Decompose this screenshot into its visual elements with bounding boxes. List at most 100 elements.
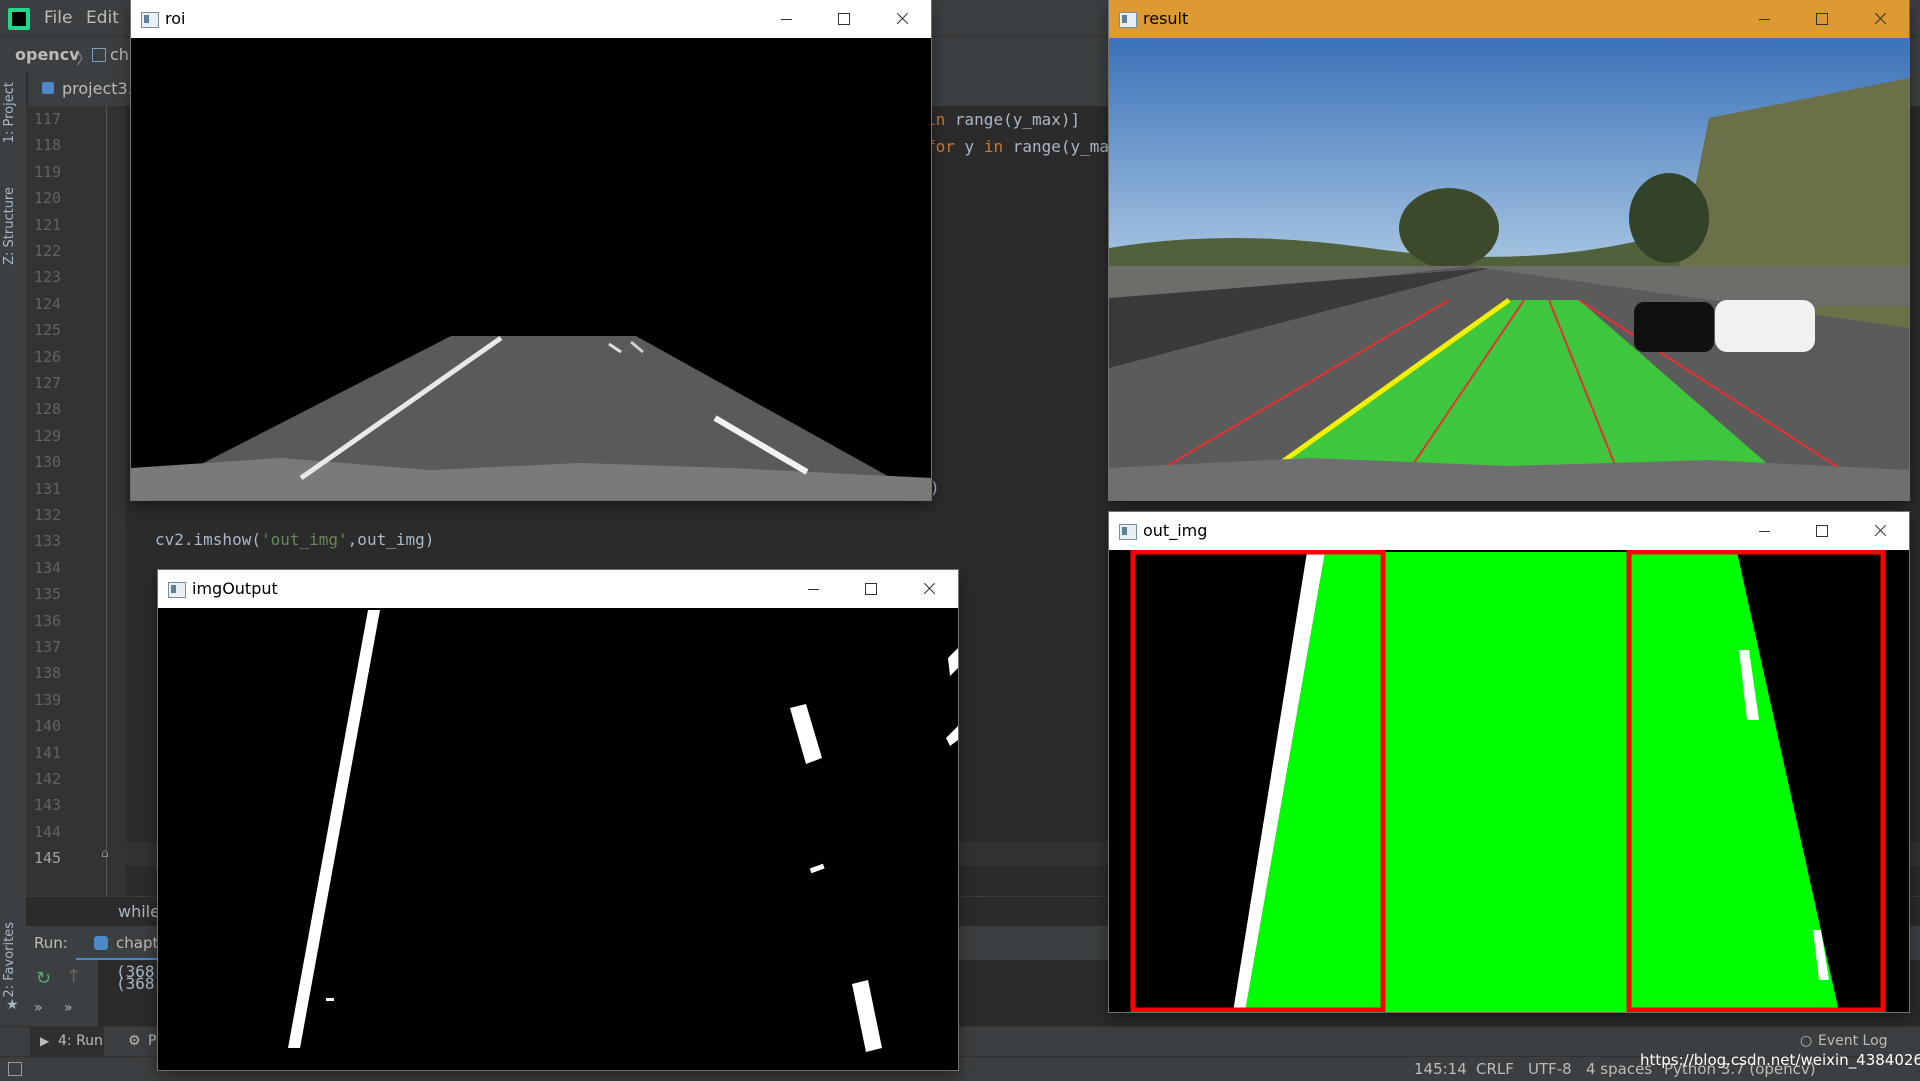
result-image <box>1109 38 1909 500</box>
img-output-image <box>158 608 958 1070</box>
file-encoding[interactable]: UTF-8 <box>1528 1060 1572 1078</box>
folder-icon <box>92 48 106 62</box>
minimize-icon[interactable] <box>1735 512 1793 550</box>
line-number: 143 <box>34 796 62 815</box>
run-output-line-2: (368 <box>116 974 155 993</box>
window-out-img[interactable]: out_img <box>1109 512 1909 1012</box>
line-number: 118 <box>34 136 62 155</box>
out-img-image <box>1109 549 1909 1012</box>
roi-road-image <box>131 38 931 500</box>
line-number: 122 <box>34 242 62 260</box>
maximize-icon[interactable] <box>815 0 873 38</box>
line-number: 121 <box>34 215 62 234</box>
line-number: 119 <box>34 162 62 181</box>
window-img-output[interactable]: imgOutput <box>158 570 958 1070</box>
code-118-rest: range(y_ma <box>1012 137 1110 156</box>
line-number: 125 <box>34 321 62 340</box>
app-window-icon <box>1119 524 1137 540</box>
line-number: 128 <box>34 400 62 419</box>
keyword-in-2: in <box>983 137 1004 156</box>
maximize-icon[interactable] <box>1793 512 1851 550</box>
python-console-tab[interactable]: P <box>148 1033 156 1049</box>
line-number: 142 <box>34 770 62 788</box>
roi-window-title: roi <box>165 9 186 28</box>
maximize-icon[interactable] <box>842 570 900 608</box>
result-road-scene <box>1109 38 1909 500</box>
close-icon[interactable] <box>1851 512 1909 550</box>
run-toolbar: ↻ ↑ » » <box>26 960 98 1026</box>
line-number: 130 <box>34 453 62 472</box>
app-window-icon <box>168 582 186 598</box>
window-roi[interactable]: roi <box>131 0 931 500</box>
run-tool-tab-label: 4: Run <box>58 1033 103 1049</box>
favorites-tool-button[interactable]: 2: Favorites <box>2 922 17 998</box>
python-console-icon: ⚙ <box>128 1033 141 1049</box>
line-number: 145 <box>34 849 62 868</box>
close-icon[interactable] <box>873 0 931 38</box>
layout-toggle-icon[interactable] <box>8 1062 22 1076</box>
result-window-title: result <box>1143 9 1189 28</box>
minimize-icon[interactable] <box>784 570 842 608</box>
line-number: 137 <box>34 638 62 656</box>
expand-more-icon[interactable]: » <box>64 1000 73 1016</box>
event-log-tab[interactable]: Event Log <box>1818 1033 1888 1049</box>
img-output-window-title: imgOutput <box>192 579 278 598</box>
roi-titlebar[interactable]: roi <box>131 0 931 38</box>
code-line-118: for y in range(y_ma <box>926 137 1109 156</box>
gutter-divider <box>106 106 107 896</box>
breadcrumb-while[interactable]: while <box>118 902 160 921</box>
menu-file[interactable]: File <box>44 8 72 28</box>
maximize-icon[interactable] <box>1793 0 1851 38</box>
window-result[interactable]: result <box>1109 0 1909 500</box>
line-number: 141 <box>34 743 62 762</box>
line-number: 131 <box>34 479 62 498</box>
event-log-icon: ○ <box>1800 1033 1813 1049</box>
line-number: 133 <box>34 532 62 551</box>
nav-project[interactable]: opencv <box>15 45 80 64</box>
close-icon[interactable] <box>1851 0 1909 38</box>
cursor-position[interactable]: 145:14 <box>1414 1060 1467 1078</box>
line-number: 139 <box>34 690 62 709</box>
line-number: 127 <box>34 374 62 392</box>
line-number: 117 <box>34 110 62 128</box>
play-icon: ▶ <box>40 1034 50 1048</box>
minimize-icon[interactable] <box>757 0 815 38</box>
structure-tool-button[interactable]: Z: Structure <box>2 187 17 265</box>
out-img-window-title: out_img <box>1143 521 1208 540</box>
pycharm-logo-icon <box>8 8 30 30</box>
fold-marker-icon[interactable]: ⌂ <box>101 846 109 860</box>
expand-icon[interactable]: » <box>34 1000 43 1016</box>
line-number: 126 <box>34 347 62 366</box>
app-window-icon <box>1119 12 1137 28</box>
minimize-icon[interactable] <box>1735 0 1793 38</box>
line-number: 124 <box>34 294 62 313</box>
code-133-string: 'out_img' <box>260 530 348 549</box>
result-titlebar[interactable]: result <box>1109 0 1909 38</box>
editor-tab-project3[interactable]: project3. <box>62 79 133 98</box>
line-separator[interactable]: CRLF <box>1476 1060 1514 1078</box>
up-arrow-icon[interactable]: ↑ <box>66 966 81 987</box>
line-number: 138 <box>34 664 62 683</box>
roi-image <box>131 38 931 500</box>
line-number: 120 <box>34 189 62 208</box>
watermark-url: https://blog.csdn.net/weixin_43840267 <box>1640 1051 1920 1069</box>
code-133-b: ,out_img) <box>347 530 435 549</box>
line-number: 140 <box>34 717 62 736</box>
left-tool-stripe: 1: Project Z: Structure 2: Favorites ★ <box>0 72 27 1032</box>
project-tool-button[interactable]: 1: Project <box>2 82 17 143</box>
code-line-131: ) <box>930 478 940 497</box>
img-output-titlebar[interactable]: imgOutput <box>158 570 958 608</box>
run-config-tab[interactable]: chapt <box>116 934 158 952</box>
line-number: 136 <box>34 611 62 630</box>
menu-edit[interactable]: Edit <box>86 8 119 28</box>
line-number: 134 <box>34 558 62 577</box>
binary-lane-mask <box>158 608 958 1070</box>
line-number: 129 <box>34 426 62 445</box>
line-number: 144 <box>34 822 62 841</box>
rerun-icon[interactable]: ↻ <box>36 968 51 989</box>
app-window-icon <box>141 12 159 28</box>
run-tool-tab[interactable]: ▶ 4: Run <box>30 1027 104 1057</box>
line-number: 123 <box>34 268 62 287</box>
close-icon[interactable] <box>900 570 958 608</box>
out-img-titlebar[interactable]: out_img <box>1109 512 1909 550</box>
